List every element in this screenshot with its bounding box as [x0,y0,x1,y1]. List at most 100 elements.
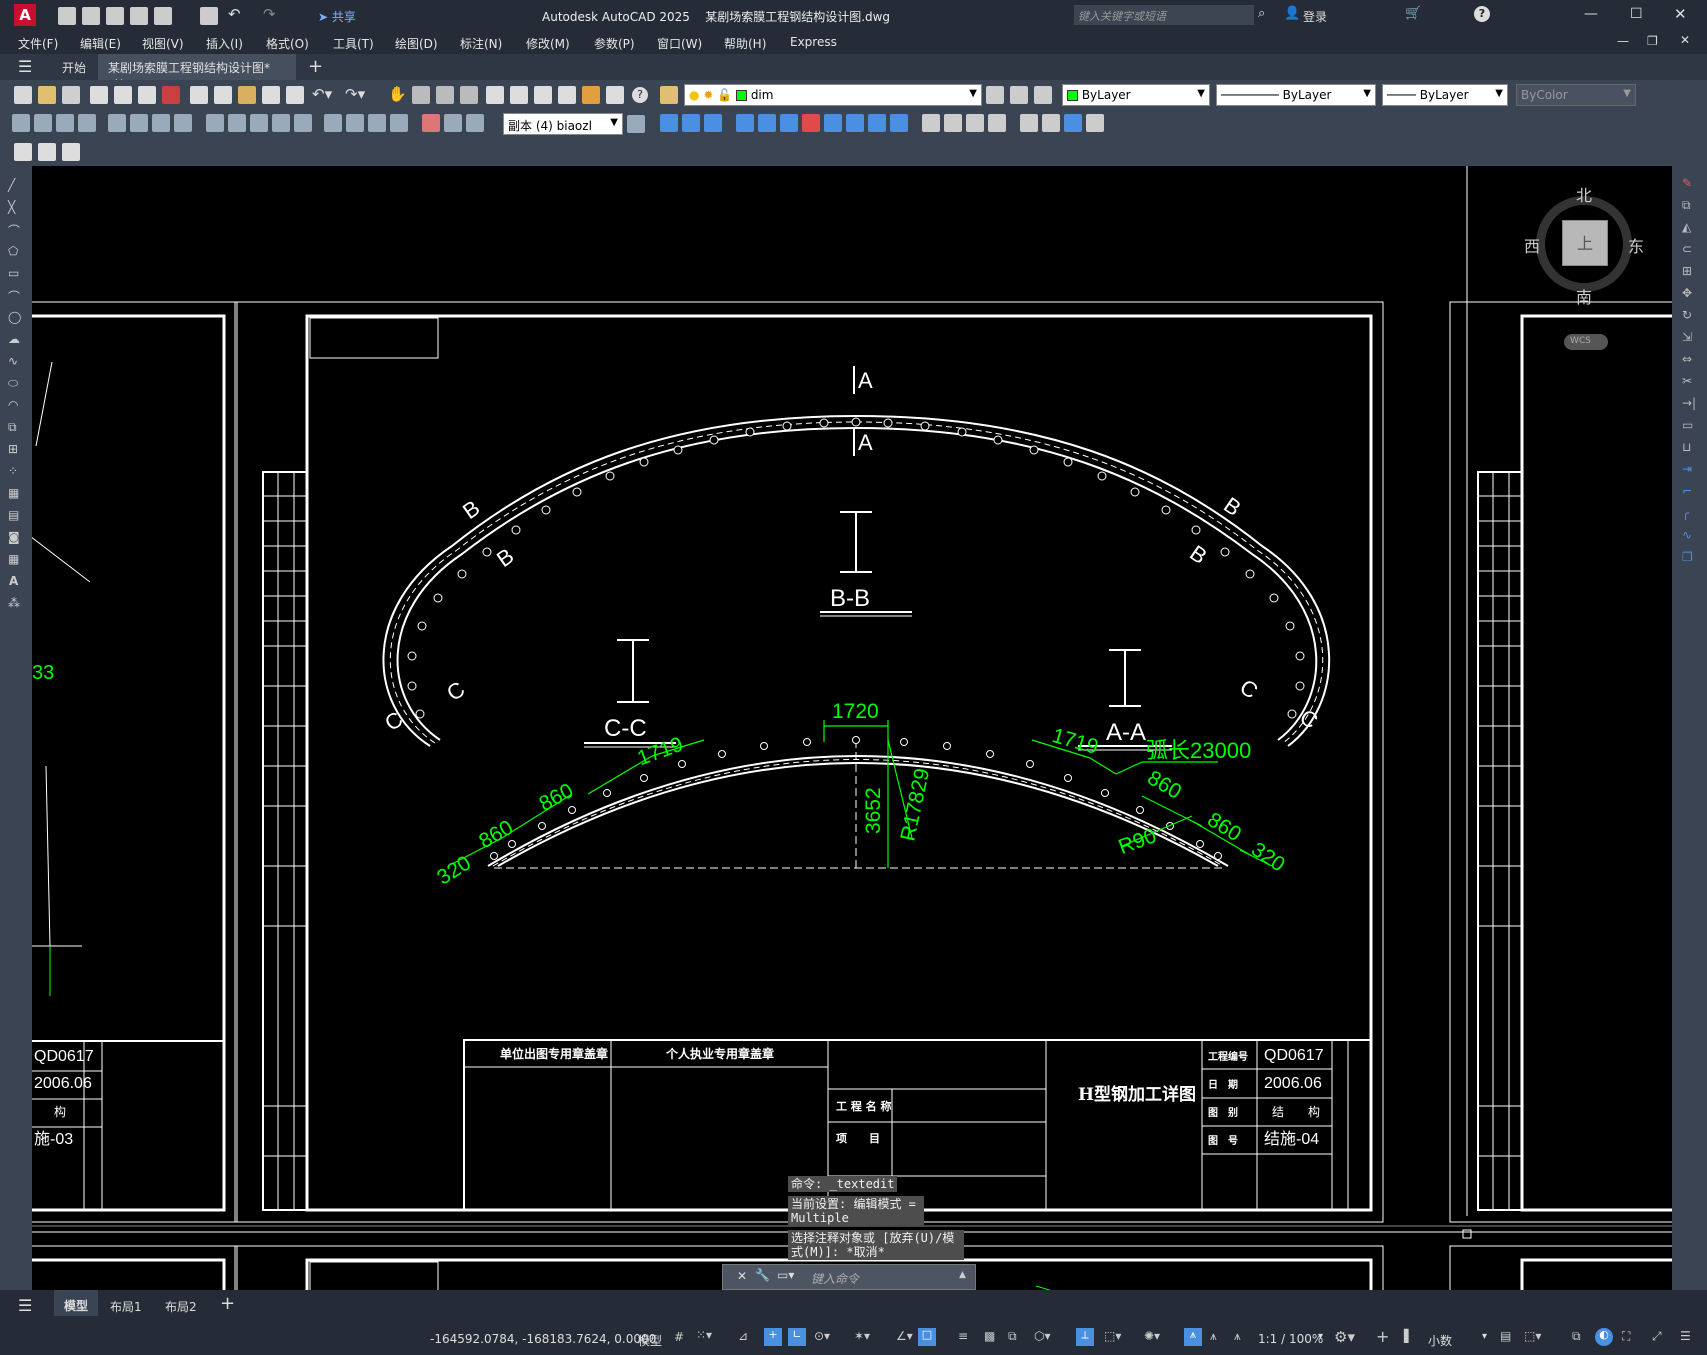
offset-side-icon[interactable]: ⊂ [1682,242,1692,256]
save-toolbar-icon[interactable] [62,86,80,104]
array-icon[interactable] [736,114,754,132]
add-selected-icon[interactable]: ⁂ [8,596,20,610]
insert-block-icon[interactable] [14,143,32,161]
qnew-icon[interactable] [14,86,32,104]
annotation-scale-icon[interactable]: ⩚ [1184,1328,1202,1346]
layer-states-icon[interactable] [1034,86,1052,104]
transparency-icon[interactable]: ▩ [984,1329,995,1343]
layer-dropdown[interactable]: ● ✹ 🔓 dim ▼ [684,84,982,106]
fillet-icon[interactable] [922,114,940,132]
autocad-logo-icon[interactable]: A [14,4,36,26]
new-file-icon[interactable] [58,7,76,25]
scale-icon[interactable] [824,114,842,132]
ucs-icon[interactable]: ⟂ [1076,1328,1094,1346]
infer-icon[interactable]: ⊿ [738,1329,748,1343]
radius-icon[interactable] [108,114,126,132]
add-button-icon[interactable]: + [1376,1327,1389,1346]
calculator-icon[interactable] [606,86,624,104]
lock-ui-icon[interactable]: ⬚▾ [1524,1329,1541,1343]
annotation-autoscale-icon[interactable]: ⩚ [1234,1329,1241,1344]
rotate-side-icon[interactable]: ↻ [1682,308,1692,322]
doc-minimize-button[interactable]: — [1617,34,1629,48]
new-tab-button[interactable]: + [308,56,323,77]
publish-toolbar-icon[interactable] [138,86,156,104]
properties-icon[interactable] [486,86,504,104]
gradient-tool-icon[interactable]: ▤ [8,508,19,522]
dynamic-input-icon[interactable]: + [764,1328,782,1346]
save-icon[interactable] [106,7,124,25]
viewcube-east[interactable]: 东 [1628,233,1644,257]
rectangle-tool-icon[interactable]: ▭ [8,266,19,280]
command-history-arrow-icon[interactable]: ▲ [959,1270,966,1280]
mirror-icon[interactable] [682,114,700,132]
menu-window[interactable]: 窗口(W) [657,35,702,52]
viewcube-face[interactable]: 上 [1562,220,1608,266]
blend-icon[interactable] [1064,114,1082,132]
scale-display[interactable]: 1:1 / 100% [1258,1332,1323,1346]
add-layout-button[interactable]: + [220,1293,235,1314]
isolate-objects-icon[interactable]: ⧉ [1572,1329,1581,1344]
paste-icon[interactable] [238,86,256,104]
cart-icon[interactable]: 🛒 [1405,6,1421,21]
help-toolbar-icon[interactable]: ? [632,87,648,103]
3dosnap-icon[interactable]: ⬡▾ [1034,1329,1051,1343]
tolerance-icon[interactable] [324,114,342,132]
curve-side-icon[interactable]: ∿ [1682,528,1692,542]
ortho-icon[interactable]: ∟ [788,1328,806,1346]
clean-screen-icon[interactable]: ⛶ [1622,1329,1630,1344]
viewcube-south[interactable]: 南 [1576,284,1592,308]
markup-icon[interactable] [582,86,600,104]
offset-icon[interactable] [704,114,722,132]
extend-side-icon[interactable]: →| [1682,396,1696,410]
break-at-point-icon[interactable] [966,114,984,132]
chamfer-icon[interactable] [944,114,962,132]
menu-view[interactable]: 视图(V) [142,35,184,52]
search-box[interactable]: 键入关键字或短语 [1074,5,1254,25]
redo-toolbar-icon[interactable]: ↷▾ [345,85,365,103]
attribute-icon[interactable] [38,143,56,161]
line-tool-icon[interactable]: ╱ [8,178,15,192]
tab-layout2[interactable]: 布局2 [165,1298,197,1315]
layer-previous-icon[interactable] [1010,86,1028,104]
units-dropdown[interactable]: 小数 [1428,1332,1452,1349]
otrack-icon[interactable]: ∠▾ [896,1329,913,1343]
command-customize-icon[interactable]: 🔧 [755,1268,770,1282]
undo-icon[interactable]: ↶ [228,5,241,23]
linetype-dropdown[interactable]: ──────── ByLayer ▼ [1216,84,1376,106]
osnap-icon[interactable]: □ [918,1328,936,1346]
viewcube[interactable]: 上 北 南 西 东 [1524,182,1644,307]
menu-tools[interactable]: 工具(T) [333,35,374,52]
baseline-icon[interactable] [228,114,246,132]
publish-icon[interactable] [154,7,172,25]
dimstyle-dropdown[interactable]: 副本 (4) biaozl ▼ [503,113,623,135]
join-icon[interactable] [988,114,1006,132]
menu-help[interactable]: 帮助(H) [724,35,766,52]
block-tool-icon[interactable]: ⊞ [8,442,18,456]
blockeditor-icon[interactable] [286,86,304,104]
explode-icon[interactable] [1020,114,1038,132]
inspect-icon[interactable] [368,114,386,132]
rotate-icon[interactable] [780,114,798,132]
dim-text-edit-icon[interactable] [444,114,462,132]
isodraft-icon[interactable]: ✶▾ [854,1329,870,1343]
pdf-icon[interactable] [162,86,180,104]
scale-chevron-icon[interactable]: ▾ [1318,1331,1323,1342]
copy-object-icon[interactable] [660,114,678,132]
space-icon[interactable] [272,114,290,132]
arc-length-icon[interactable] [56,114,74,132]
designcenter-icon[interactable] [510,86,528,104]
color-dropdown[interactable]: ByLayer ▼ [1062,84,1210,106]
model-space-button[interactable]: 模型 [638,1332,662,1349]
grid-icon[interactable]: # [674,1330,684,1344]
mtext-tool-icon[interactable]: A [9,574,18,588]
customization-icon[interactable]: ☰ [1680,1329,1691,1343]
help-icon[interactable]: ? [1474,6,1490,22]
ellipse-tool-icon[interactable]: ⬭ [8,376,18,391]
lineweight-dropdown[interactable]: ──── ByLayer ▼ [1382,84,1508,106]
open-icon[interactable] [38,86,56,104]
snap-icon[interactable]: ⁙▾ [696,1328,712,1342]
zoom-previous-icon[interactable] [460,86,478,104]
drawing-viewport[interactable]: 33 QD0617 2006.06 构 施-03 A A B B B B C C… [32,166,1672,1290]
close-button[interactable]: ✕ [1674,5,1687,23]
redo-icon[interactable]: ↷ [263,5,276,23]
